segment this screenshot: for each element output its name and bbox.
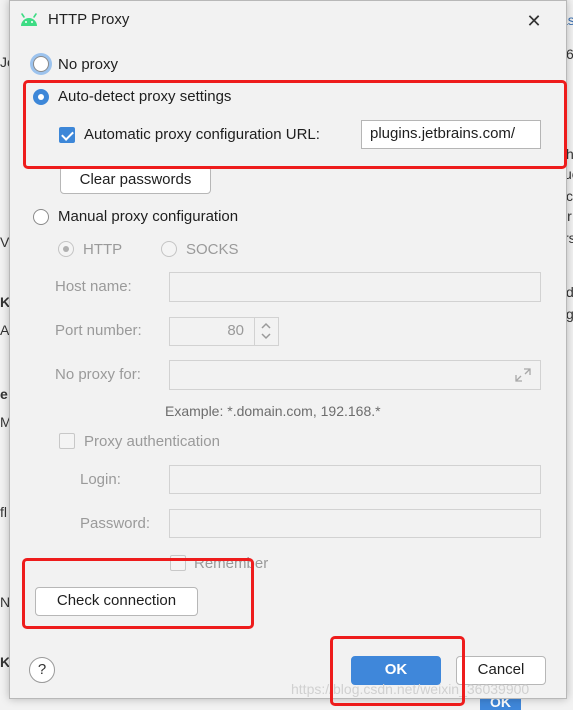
login-label: Login: <box>80 471 121 488</box>
watermark: https://blog.csdn.net/weixin_36039900 <box>291 681 530 697</box>
no-proxy-label[interactable]: No proxy <box>58 56 118 73</box>
password-input[interactable] <box>169 509 541 538</box>
bg-fragment: 6 <box>566 46 573 62</box>
http-label[interactable]: HTTP <box>83 241 122 258</box>
no-proxy-for-input[interactable] <box>169 360 541 390</box>
auto-config-url-checkbox[interactable] <box>59 127 75 143</box>
bg-fragment: d <box>566 284 573 300</box>
bg-fragment: g <box>566 306 573 322</box>
clear-passwords-button[interactable]: Clear passwords <box>60 166 211 194</box>
port-number-label: Port number: <box>55 322 142 339</box>
password-label: Password: <box>80 515 151 532</box>
http-proxy-dialog: HTTP Proxy ✕ No proxy Auto-detect proxy … <box>9 0 567 699</box>
close-button[interactable]: ✕ <box>522 9 546 33</box>
bg-fragment: e <box>0 386 8 402</box>
remember-checkbox[interactable] <box>170 555 186 571</box>
no-proxy-for-label: No proxy for: <box>55 366 141 383</box>
close-icon: ✕ <box>526 11 542 31</box>
auto-detect-radio[interactable] <box>33 89 49 105</box>
example-hint: Example: *.domain.com, 192.168.* <box>165 403 381 419</box>
manual-proxy-label[interactable]: Manual proxy configuration <box>58 208 238 225</box>
manual-proxy-radio[interactable] <box>33 209 49 225</box>
host-name-input[interactable] <box>169 272 541 302</box>
help-button[interactable]: ? <box>29 657 55 683</box>
help-icon: ? <box>37 661 47 678</box>
bg-fragment: fl <box>0 504 7 520</box>
bg-fragment: A <box>0 322 10 338</box>
auto-config-url-input[interactable]: plugins.jetbrains.com/ <box>361 120 541 149</box>
bg-fragment: V <box>0 234 10 250</box>
auto-config-url-label[interactable]: Automatic proxy configuration URL: <box>84 126 320 143</box>
check-connection-button[interactable]: Check connection <box>35 587 198 616</box>
socks-radio[interactable] <box>161 241 177 257</box>
login-input[interactable] <box>169 465 541 494</box>
spinner-arrows-icon <box>261 322 271 340</box>
bg-fragment: h <box>566 146 573 162</box>
host-name-label: Host name: <box>55 278 132 295</box>
auto-detect-label[interactable]: Auto-detect proxy settings <box>58 88 231 105</box>
port-spinner[interactable] <box>254 317 278 345</box>
no-proxy-radio[interactable] <box>33 56 49 72</box>
socks-label[interactable]: SOCKS <box>186 241 239 258</box>
bg-fragment: c <box>566 188 573 204</box>
http-radio[interactable] <box>58 241 74 257</box>
expand-icon[interactable] <box>514 367 532 383</box>
android-icon <box>21 13 37 26</box>
window-title: HTTP Proxy <box>48 11 130 28</box>
title-bar: HTTP Proxy ✕ <box>10 1 566 39</box>
remember-label[interactable]: Remember <box>194 555 268 572</box>
proxy-auth-label[interactable]: Proxy authentication <box>84 433 220 450</box>
proxy-auth-checkbox[interactable] <box>59 433 75 449</box>
